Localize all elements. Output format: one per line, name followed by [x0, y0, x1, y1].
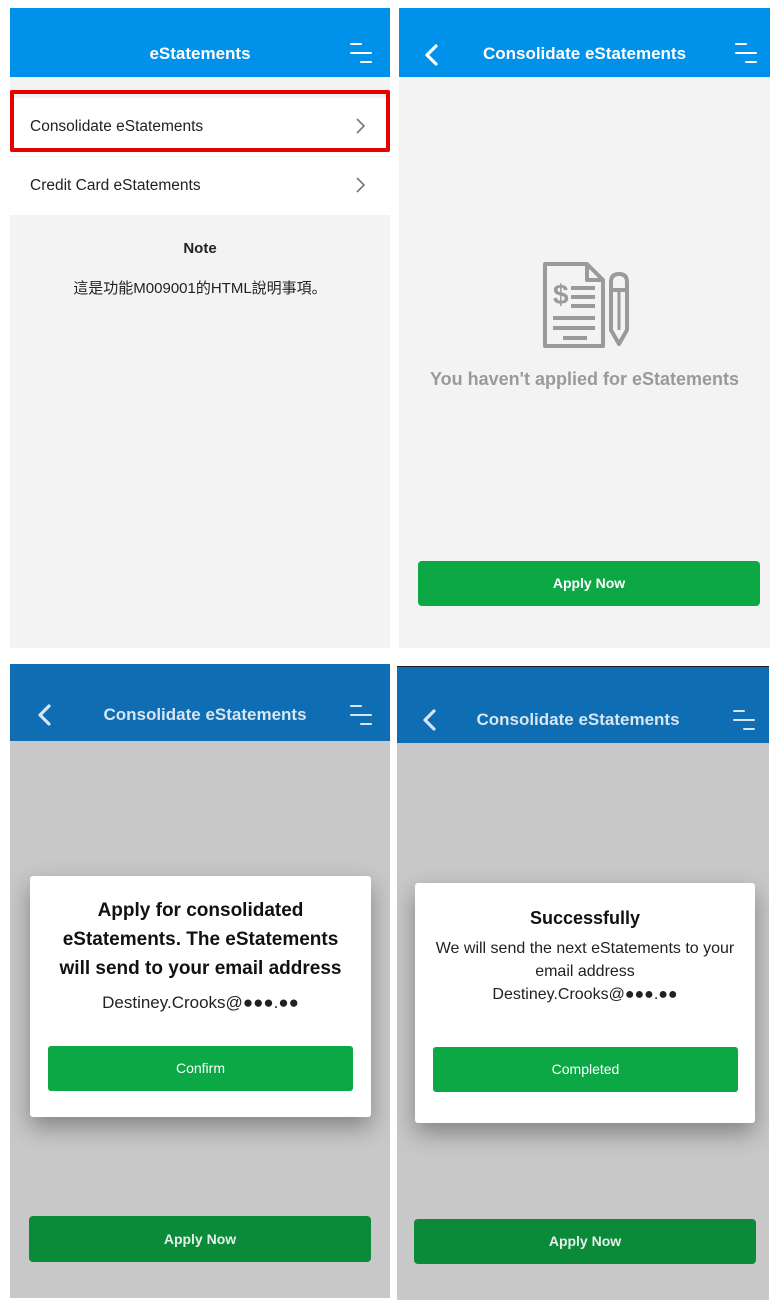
svg-text:$: $ — [553, 279, 569, 310]
menu-icon[interactable] — [735, 40, 761, 66]
confirm-button[interactable]: Confirm — [48, 1046, 353, 1091]
chevron-right-icon — [356, 177, 366, 193]
apply-now-button[interactable]: Apply Now — [418, 561, 760, 606]
confirm-dialog: Apply for consolidated eStatements. The … — [30, 876, 371, 1117]
completed-button[interactable]: Completed — [433, 1047, 738, 1092]
consolidate-estatements-empty-screen: Consolidate eStatements $ You haven't ap… — [399, 8, 770, 648]
menu-icon[interactable] — [733, 707, 759, 733]
dialog-email: Destiney.Crooks@●●●.●● — [492, 986, 678, 1003]
highlight-box — [10, 90, 390, 152]
estatements-screen: eStatements Consolidate eStatements Cred… — [10, 8, 390, 648]
list-item-credit-card-estatements[interactable]: Credit Card eStatements — [10, 157, 390, 215]
apply-confirm-screen: Consolidate eStatements Apply for consol… — [10, 664, 390, 1298]
empty-state-message: You haven't applied for eStatements — [429, 369, 739, 389]
page-title: Consolidate eStatements — [482, 44, 687, 63]
apply-now-button[interactable]: Apply Now — [414, 1219, 756, 1264]
note-title: Note — [183, 240, 217, 257]
list-item-label: Credit Card eStatements — [30, 177, 201, 194]
app-header: Consolidate eStatements — [399, 8, 770, 77]
dialog-title: Apply for consolidated eStatements. The … — [59, 900, 342, 979]
dialog-email: Destiney.Crooks@●●●.●● — [102, 993, 299, 1012]
page-title: Consolidate eStatements — [476, 710, 680, 729]
menu-icon[interactable] — [350, 702, 376, 728]
page-title: Consolidate eStatements — [103, 705, 307, 724]
note-body: 這是功能M009001的HTML說明事項。 — [73, 280, 327, 297]
success-dialog: Successfully We will send the next eStat… — [415, 883, 755, 1123]
statement-document-icon: $ — [543, 262, 629, 348]
app-header: Consolidate eStatements — [10, 664, 390, 741]
app-header: Consolidate eStatements — [397, 667, 769, 743]
apply-success-screen: Consolidate eStatements Successfully We … — [397, 666, 769, 1300]
page-title: eStatements — [149, 44, 251, 63]
apply-now-button[interactable]: Apply Now — [29, 1216, 371, 1262]
menu-icon[interactable] — [350, 40, 376, 66]
app-header: eStatements — [10, 8, 390, 77]
dialog-title: Successfully — [529, 908, 641, 928]
dialog-message: We will send the next eStatements to you… — [435, 940, 735, 980]
